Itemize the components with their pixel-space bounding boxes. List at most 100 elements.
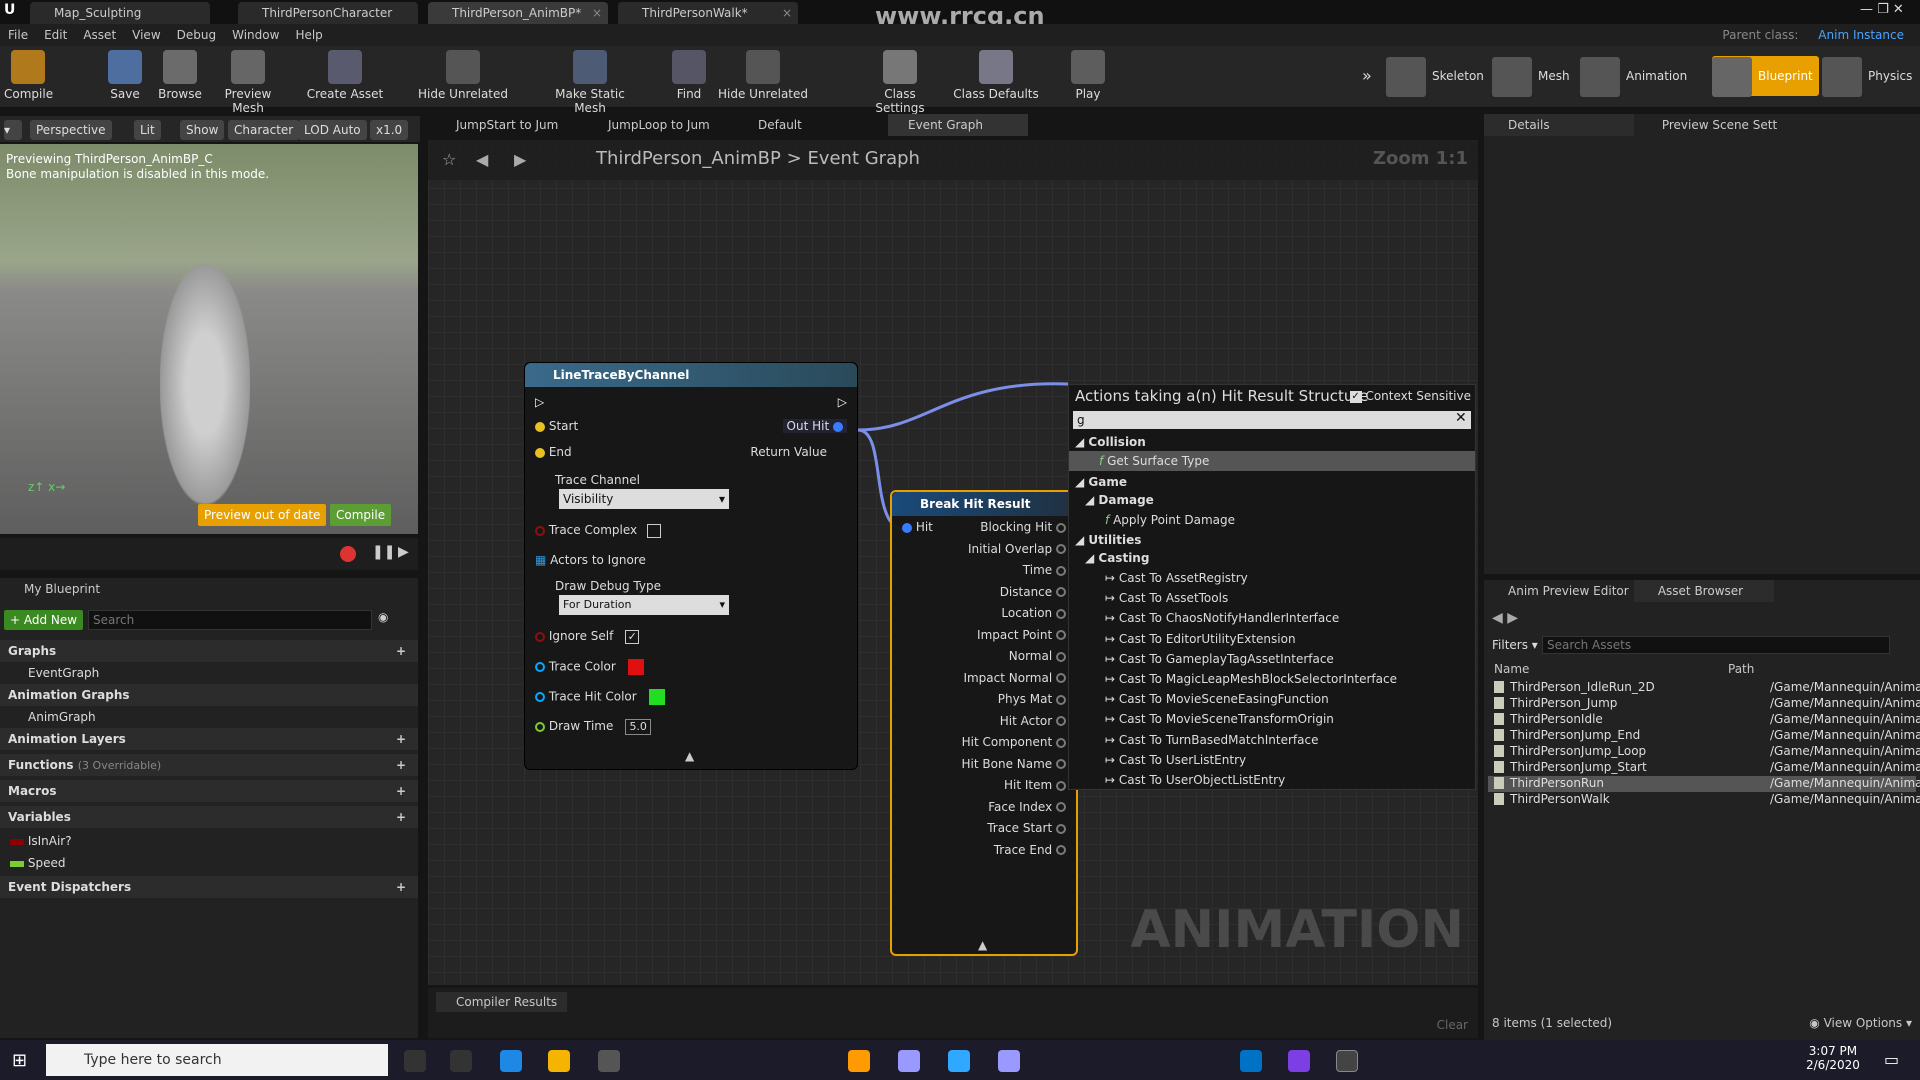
trace-color-swatch[interactable] [627,659,644,675]
mode-mesh[interactable]: Mesh [1492,56,1570,97]
play-button[interactable]: Play [1066,50,1110,101]
variables-section[interactable]: Variables + [0,806,418,828]
ignore-self-pin[interactable]: Ignore Self ✓ [535,629,640,644]
action-cast-item[interactable]: ↦ Cast To GameplayTagAssetInterface [1105,652,1334,666]
start-pin[interactable]: Start [535,419,578,433]
break-output-pin[interactable]: Hit Item [1004,778,1066,792]
close-icon[interactable]: × [592,2,602,24]
taskbar-search[interactable]: Type here to search [46,1044,388,1076]
break-output-pin[interactable]: Time [1023,563,1066,577]
tab-map-sculpting[interactable]: Map_Sculpting [30,2,210,24]
break-output-pin[interactable]: Impact Point [977,628,1066,642]
break-output-pin[interactable]: Distance [1000,585,1066,599]
break-output-pin[interactable]: Normal [1009,649,1066,663]
action-cast-item[interactable]: ↦ Cast To EditorUtilityExtension [1105,632,1296,646]
blueprint-search-input[interactable] [88,610,372,630]
collapse-arrow-icon[interactable]: ▲ [685,749,694,763]
clear-search-icon[interactable]: ✕ [1455,410,1467,426]
add-layer-icon[interactable]: + [396,728,406,750]
outlook-icon[interactable] [1240,1050,1262,1072]
trace-color-pin[interactable]: Trace Color [535,659,644,675]
trace-hit-color-swatch[interactable] [648,689,665,705]
variable-speed[interactable]: Speed [10,856,65,870]
mode-blueprint[interactable]: Blueprint [1712,56,1819,97]
menu-edit[interactable]: Edit [36,24,75,46]
chrome-icon[interactable] [548,1050,570,1072]
context-sensitive-toggle[interactable]: ✓ Context Sensitive [1349,389,1471,403]
action-cast-item[interactable]: ↦ Cast To MovieSceneTransformOrigin [1105,712,1334,726]
draw-debug-type-select[interactable]: For Duration ▾ [559,595,729,615]
event-graph-item[interactable]: EventGraph [28,666,99,680]
menu-view[interactable]: View [124,24,168,46]
tab-event-graph[interactable]: Event Graph [888,114,1028,136]
asset-search-input[interactable] [1542,636,1890,654]
asset-row[interactable]: ThirdPersonJump_Start/Game/Mannequin/Ani… [1488,760,1920,776]
asset-row[interactable]: ThirdPersonWalk/Game/Mannequin/Anima [1488,792,1920,808]
asset-row[interactable]: ThirdPersonJump_End/Game/Mannequin/Anima [1488,728,1920,744]
asset-row[interactable]: ThirdPerson_Jump/Game/Mannequin/Anima [1488,696,1920,712]
speed-button[interactable]: x1.0 [370,120,409,140]
menu-window[interactable]: Window [224,24,287,46]
find-button[interactable]: Find [666,50,712,101]
trace-complex-checkbox[interactable] [646,523,661,538]
tab-jumpstart[interactable]: JumpStart to Jum [436,114,558,136]
action-search-input[interactable] [1073,411,1471,429]
after-effects-icon[interactable] [998,1050,1020,1072]
mode-skeleton[interactable]: Skeleton [1386,56,1484,97]
browse-button[interactable]: Browse [152,50,208,101]
windows-start-icon[interactable]: ⊞ [12,1050,27,1071]
collapse-arrow-icon[interactable]: ▲ [978,938,987,952]
draw-time-input[interactable]: 5.0 [625,719,652,735]
break-output-pin[interactable]: Hit Component [962,735,1066,749]
asset-row[interactable]: ThirdPersonJump_Loop/Game/Mannequin/Anim… [1488,744,1920,760]
event-dispatchers-section[interactable]: Event Dispatchers + [0,876,418,898]
add-macro-icon[interactable]: + [396,780,406,802]
macros-section[interactable]: Macros + [0,780,418,802]
compiler-results-tab[interactable]: Compiler Results [436,992,568,1012]
step-forward-icon[interactable]: ▶ [398,544,409,560]
visibility-icon[interactable]: ◉ [378,610,388,624]
add-new-button[interactable]: + Add New [4,610,84,630]
break-hit-result-node[interactable]: Break Hit Result Hit Blocking Hit Initia… [890,490,1078,956]
category-utilities[interactable]: ◢ Utilities [1075,533,1141,547]
pause-icon[interactable]: ❚❚ [372,544,395,560]
line-trace-node[interactable]: LineTraceByChannel ▷ ▷ Start End Out Hit… [524,362,858,770]
action-cast-item[interactable]: ↦ Cast To AssetRegistry [1105,571,1248,585]
tab-jumploop[interactable]: JumpLoop to Jum [588,114,710,136]
task-view-icon[interactable] [450,1050,472,1072]
category-game[interactable]: ◢ Game [1075,475,1127,489]
preview-scene-tab[interactable]: Preview Scene Sett [1638,114,1808,136]
show-button[interactable]: Show [180,120,225,140]
trace-complex-pin[interactable]: Trace Complex [535,523,661,538]
tab-default[interactable]: Default [738,114,802,136]
draw-time-pin[interactable]: Draw Time 5.0 [535,719,652,735]
photoshop-icon[interactable] [948,1050,970,1072]
record-icon[interactable] [340,546,356,562]
window-controls[interactable]: — ❐ ✕ [1860,2,1904,17]
make-static-mesh-button[interactable]: Make Static Mesh [540,50,640,115]
character-button[interactable]: Character [228,120,300,140]
end-pin[interactable]: End [535,445,572,459]
category-casting[interactable]: ◢ Casting [1085,551,1149,565]
add-graph-icon[interactable]: + [396,640,406,662]
asset-browser-tab[interactable]: Asset Browser [1633,580,1774,602]
action-get-surface-type[interactable]: f Get Surface Type [1069,451,1475,471]
break-output-pin[interactable]: Trace End [994,843,1066,857]
settings-icon[interactable] [598,1050,620,1072]
context-checkbox[interactable]: ✓ [1349,390,1362,403]
variable-isinair[interactable]: IsInAir? [10,834,72,848]
hide-unrelated-button[interactable]: Hide Unrelated [418,50,508,101]
hide-unrelated-button-2[interactable]: Hide Unrelated [718,50,808,101]
asset-row[interactable]: ThirdPersonIdle/Game/Mannequin/Anima [1488,712,1920,728]
details-tab[interactable]: Details [1484,114,1634,136]
break-output-pin[interactable]: Trace Start [987,821,1066,835]
action-cast-item[interactable]: ↦ Cast To TurnBasedMatchInterface [1105,733,1318,747]
tab-thirdperson-character[interactable]: ThirdPersonCharacter [238,2,418,24]
edge-icon[interactable] [500,1050,522,1072]
add-function-icon[interactable]: + [396,754,406,776]
exec-in-pin[interactable]: ▷ [535,395,544,409]
illustrator-icon[interactable] [848,1050,870,1072]
category-damage[interactable]: ◢ Damage [1085,493,1154,507]
trace-channel-select[interactable]: Visibility ▾ [559,489,729,509]
menu-asset[interactable]: Asset [75,24,124,46]
